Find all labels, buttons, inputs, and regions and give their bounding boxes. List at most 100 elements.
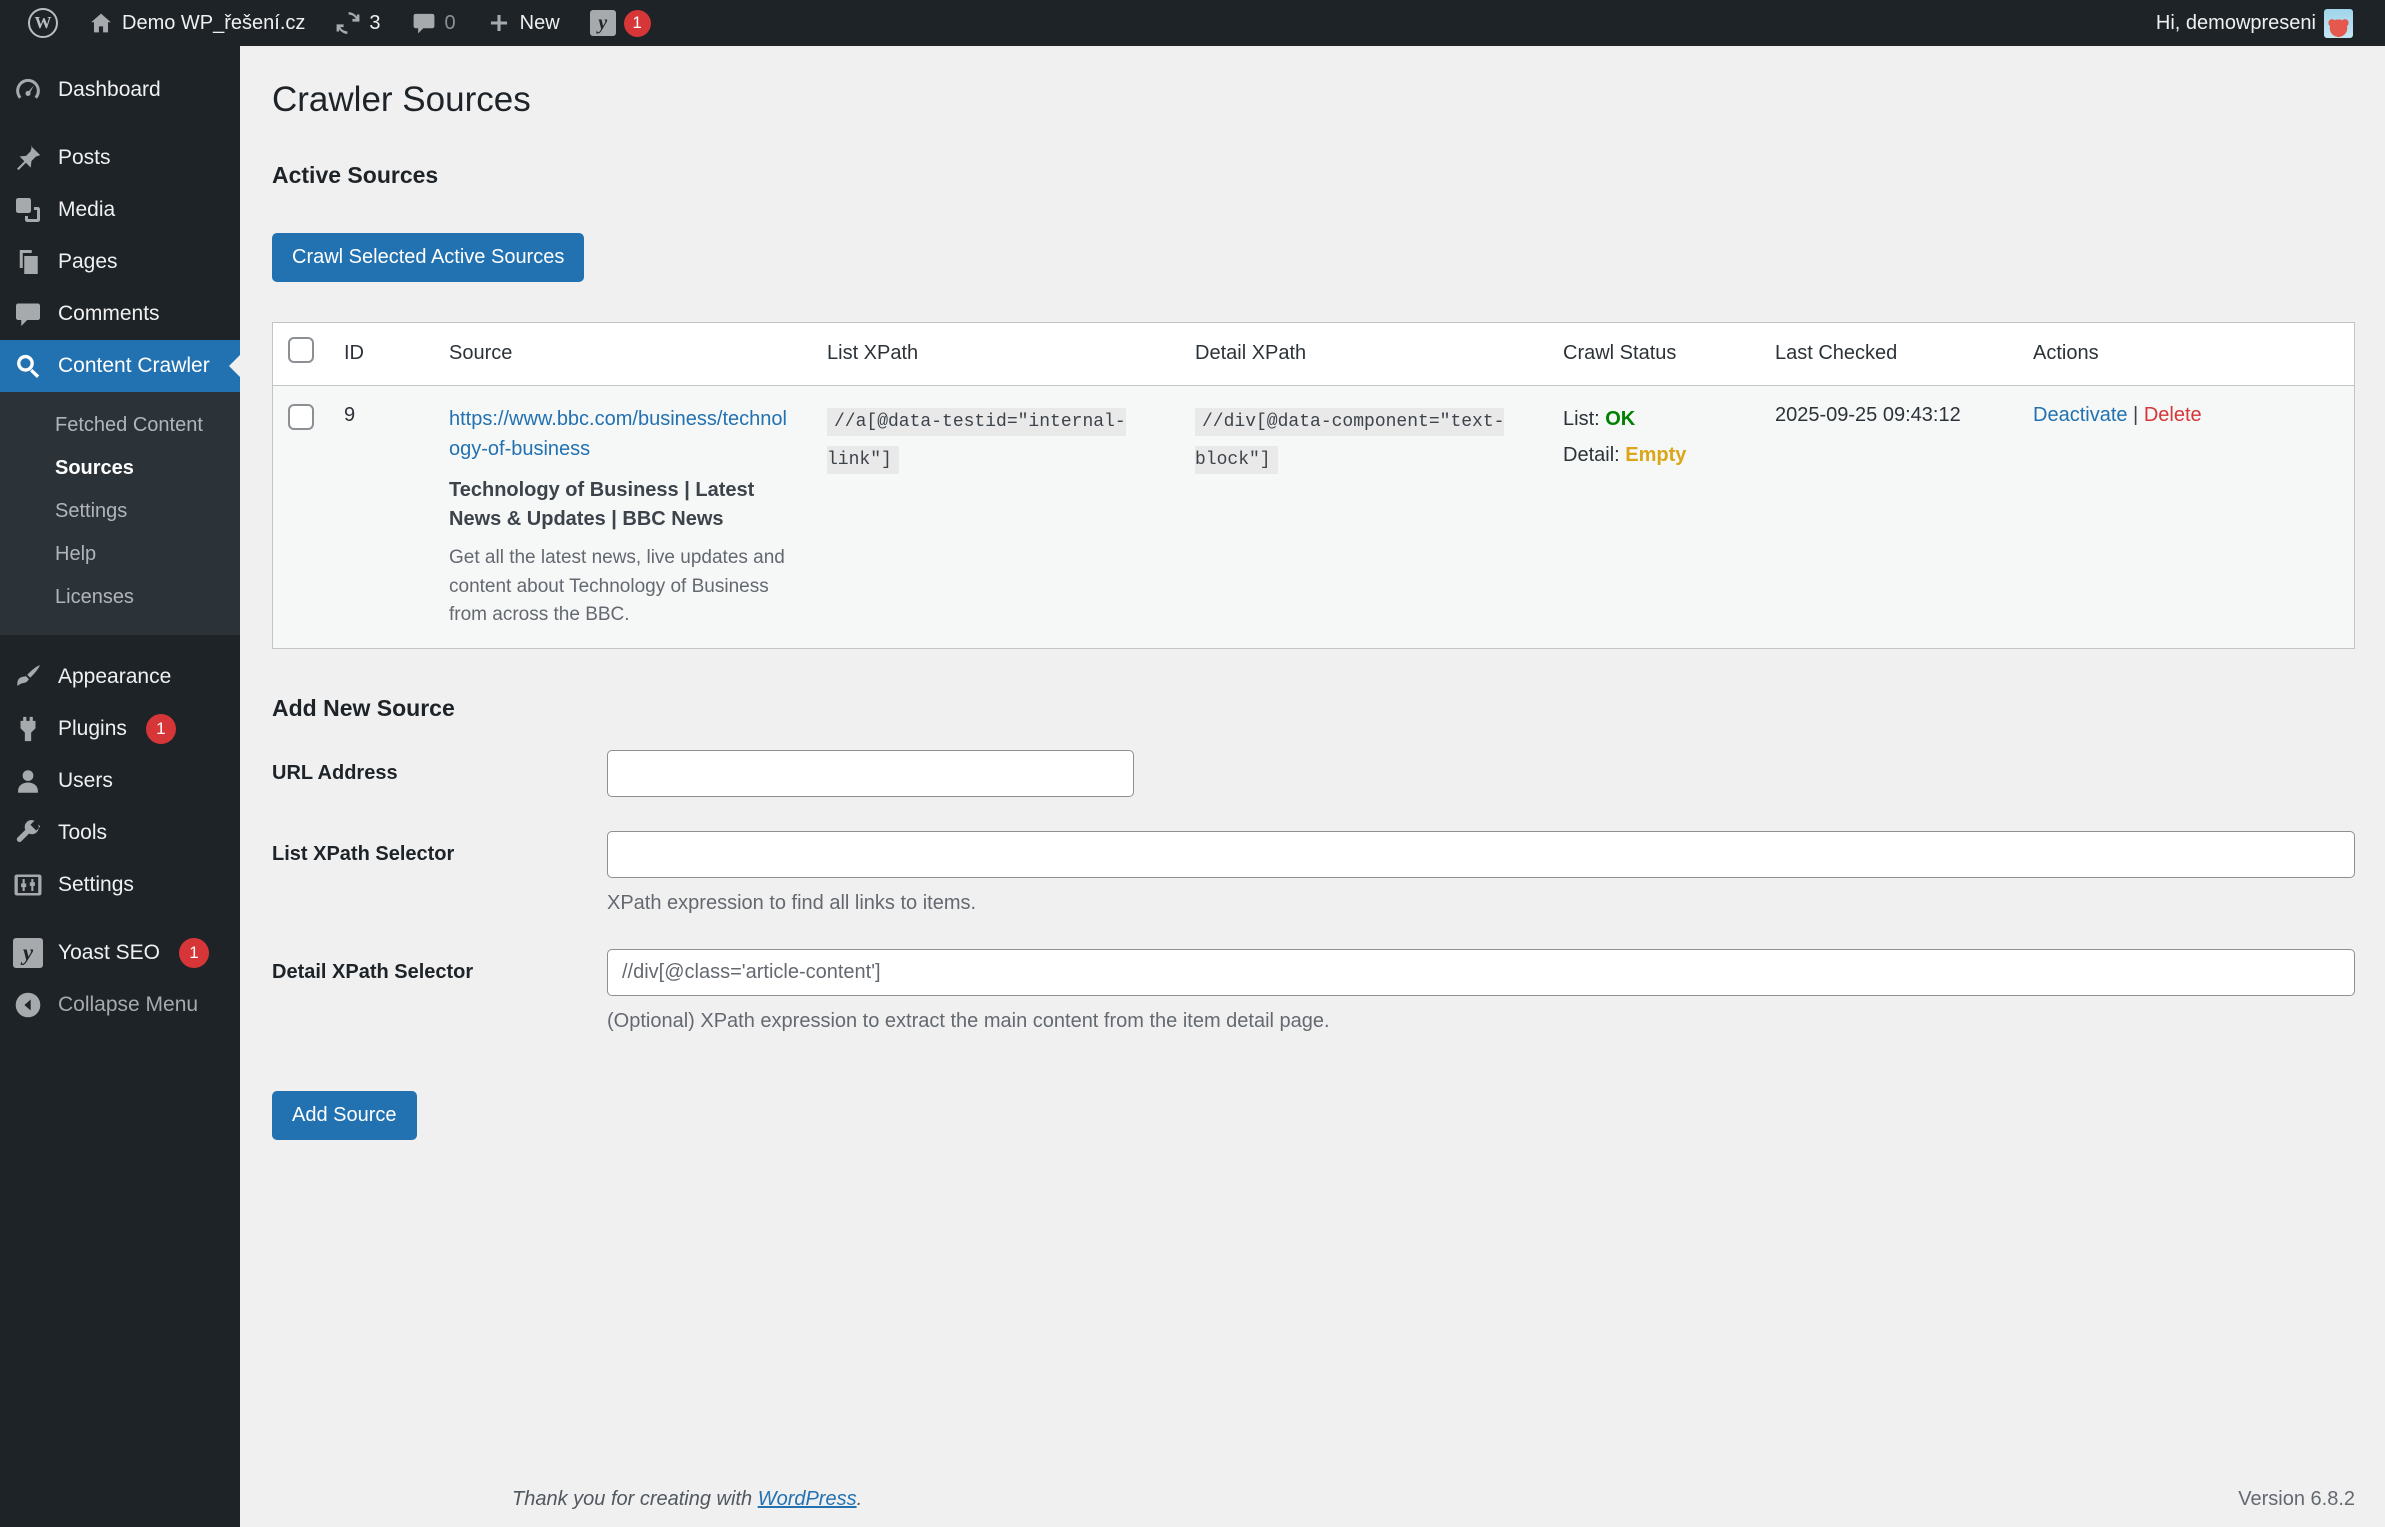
- settings-sliders-icon: [14, 874, 42, 896]
- submenu-item-sources[interactable]: Sources: [0, 447, 240, 490]
- sidebar-item-label: Plugins: [58, 717, 127, 740]
- row-last-checked: 2025-09-25 09:43:12: [1760, 385, 2018, 648]
- submenu-item-help[interactable]: Help: [0, 533, 240, 576]
- actions-separator: |: [2127, 404, 2144, 426]
- row-source-cell: https://www.bbc.com/business/technology-…: [434, 385, 812, 648]
- sidebar-item-users[interactable]: Users: [0, 755, 240, 807]
- yoast-notification-badge: 1: [178, 938, 209, 968]
- column-header-id: ID: [329, 322, 434, 386]
- sources-table: ID Source List XPath Detail XPath Crawl …: [272, 322, 2355, 649]
- pages-icon: [19, 250, 38, 274]
- comments-count: 0: [444, 11, 456, 34]
- search-icon: [17, 354, 40, 378]
- account-menu[interactable]: Hi, demowpreseni: [2146, 0, 2363, 46]
- detail-xpath-helper-text: (Optional) XPath expression to extract t…: [607, 1009, 1330, 1032]
- site-name: Demo WP_řešení.cz: [122, 11, 306, 34]
- home-icon: [91, 13, 111, 33]
- url-address-label: URL Address: [272, 761, 398, 784]
- sidebar-item-label: Yoast SEO: [58, 941, 160, 964]
- sidebar-item-appearance[interactable]: Appearance: [0, 651, 240, 703]
- submenu-item-licenses[interactable]: Licenses: [0, 576, 240, 619]
- sidebar-item-media[interactable]: Media: [0, 184, 240, 236]
- comments-menu[interactable]: 0: [401, 0, 466, 46]
- sidebar-item-settings[interactable]: Settings: [0, 859, 240, 911]
- sidebar-item-yoast-seo[interactable]: y Yoast SEO 1: [0, 927, 240, 979]
- plugins-update-badge: 1: [145, 714, 176, 744]
- sidebar-item-label: Posts: [58, 146, 111, 169]
- crawl-selected-button[interactable]: Crawl Selected Active Sources: [272, 233, 585, 282]
- status-list-value: OK: [1605, 408, 1636, 430]
- sidebar-item-collapse-menu[interactable]: Collapse Menu: [0, 979, 240, 1031]
- sidebar-item-pages[interactable]: Pages: [0, 236, 240, 288]
- sidebar-item-plugins[interactable]: Plugins 1: [0, 703, 240, 755]
- row-checkbox[interactable]: [288, 404, 314, 430]
- pushpin-icon: [17, 145, 41, 171]
- new-label: New: [519, 11, 560, 34]
- sidebar-item-tools[interactable]: Tools: [0, 807, 240, 859]
- sidebar-item-label: Users: [58, 769, 113, 792]
- new-content-menu[interactable]: New: [476, 0, 570, 46]
- sidebar-item-label: Appearance: [58, 665, 172, 688]
- status-detail-value: Empty: [1625, 444, 1687, 466]
- account-greeting: Hi, demowpreseni: [2155, 11, 2316, 34]
- list-xpath-helper-text: XPath expression to find all links to it…: [607, 891, 977, 914]
- detail-xpath-code: //div[@data-component="text-block"]: [1195, 408, 1505, 474]
- active-sources-heading: Active Sources: [272, 162, 439, 188]
- yoast-icon: y: [13, 938, 43, 968]
- select-all-checkbox[interactable]: [288, 337, 314, 363]
- column-header-last-checked: Last Checked: [1760, 322, 2018, 386]
- updates-menu[interactable]: 3: [325, 0, 390, 46]
- delete-link[interactable]: Delete: [2144, 404, 2202, 426]
- sidebar-item-label: Dashboard: [58, 78, 161, 101]
- wordpress-link[interactable]: WordPress: [758, 1488, 857, 1510]
- yoast-notification-badge: 1: [623, 9, 651, 37]
- column-header-list-xpath: List XPath: [812, 322, 1180, 386]
- submenu-item-settings[interactable]: Settings: [0, 490, 240, 533]
- sidebar-item-content-crawler[interactable]: Content Crawler: [0, 340, 240, 392]
- wrench-icon: [16, 820, 41, 843]
- wordpress-logo-icon: W: [28, 8, 58, 38]
- sidebar-item-label: Pages: [58, 250, 118, 273]
- list-xpath-selector-label: List XPath Selector: [272, 842, 455, 865]
- table-row: 9 https://www.bbc.com/business/technolog…: [272, 385, 2355, 648]
- plus-icon: [490, 14, 507, 32]
- comment-icon: [413, 13, 434, 34]
- plug-icon: [20, 716, 36, 742]
- footer-version: Version 6.8.2: [2238, 1488, 2355, 1510]
- status-detail-label: Detail:: [1563, 444, 1626, 466]
- submenu-item-fetched-content[interactable]: Fetched Content: [0, 404, 240, 447]
- column-header-detail-xpath: Detail XPath: [1180, 322, 1548, 386]
- sidebar-item-comments[interactable]: Comments: [0, 288, 240, 340]
- row-actions-cell: Deactivate | Delete: [2018, 385, 2355, 648]
- sidebar-item-posts[interactable]: Posts: [0, 132, 240, 184]
- detail-xpath-selector-input[interactable]: [607, 948, 2355, 996]
- media-icon: [16, 198, 40, 222]
- dashboard-icon: [16, 78, 40, 99]
- status-list-label: List:: [1563, 408, 1606, 430]
- admin-sidebar: Dashboard Posts Media Pages Comments Con…: [0, 46, 240, 1527]
- comment-icon: [16, 303, 40, 326]
- footer: Thank you for creating with WordPress. V…: [512, 1488, 2355, 1511]
- row-crawl-status-cell: List: OK Detail: Empty: [1548, 385, 1760, 648]
- url-address-input[interactable]: [607, 749, 1134, 797]
- admin-bar: W Demo WP_řešení.cz 3 0 New y 1 Hi, demo…: [0, 0, 2385, 46]
- collapse-arrow-icon: [15, 992, 41, 1018]
- site-link[interactable]: Demo WP_řešení.cz: [78, 0, 315, 46]
- add-new-source-heading: Add New Source: [272, 694, 455, 721]
- sidebar-item-label: Settings: [58, 873, 134, 896]
- avatar: [2324, 8, 2353, 38]
- list-xpath-selector-input[interactable]: [607, 830, 2355, 878]
- detail-xpath-selector-label: Detail XPath Selector: [272, 960, 474, 983]
- yoast-seo-menu[interactable]: y 1: [580, 0, 661, 46]
- source-url-link[interactable]: https://www.bbc.com/business/technology-…: [449, 404, 797, 464]
- sidebar-item-label: Comments: [58, 302, 160, 325]
- content-crawler-submenu: Fetched Content Sources Settings Help Li…: [0, 392, 240, 635]
- wordpress-logo-menu[interactable]: W: [18, 0, 68, 46]
- add-source-button[interactable]: Add Source: [272, 1090, 417, 1140]
- sidebar-item-dashboard[interactable]: Dashboard: [0, 64, 240, 116]
- source-title: Technology of Business | Latest News & U…: [449, 479, 755, 530]
- deactivate-link[interactable]: Deactivate: [2033, 404, 2128, 426]
- footer-thanks: Thank you for creating with WordPress.: [512, 1488, 863, 1510]
- updates-count: 3: [369, 11, 381, 34]
- list-xpath-code: //a[@data-testid="internal-link"]: [827, 408, 1126, 474]
